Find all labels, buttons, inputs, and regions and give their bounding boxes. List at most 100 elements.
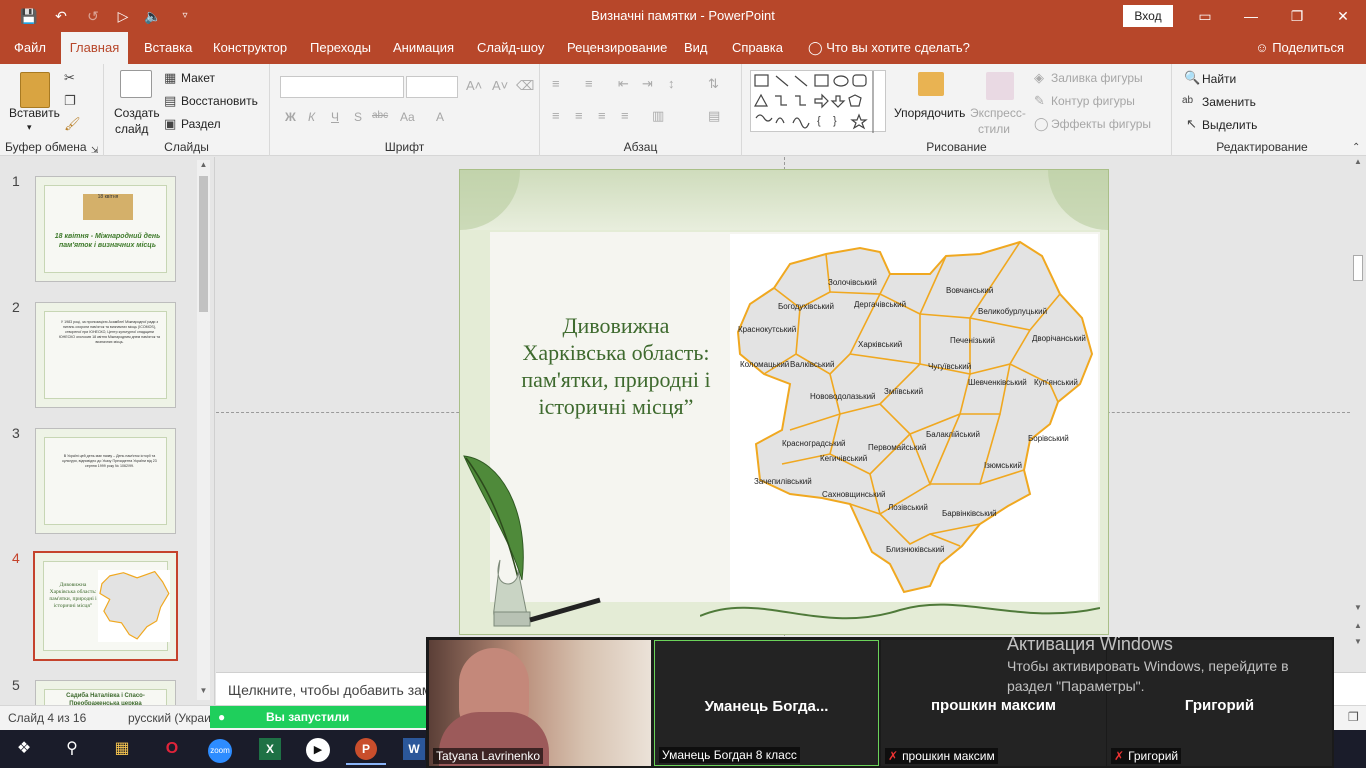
scroll-down-icon[interactable]: ▼ xyxy=(197,686,210,700)
shape-effects-button[interactable]: Эффекты фигуры xyxy=(1051,117,1151,131)
numbering-icon[interactable]: ≡ xyxy=(585,76,593,92)
font-name-combo[interactable] xyxy=(280,76,404,98)
paste-icon[interactable] xyxy=(20,72,50,108)
quick-styles-label-1[interactable]: Экспресс- xyxy=(970,106,1026,120)
shape-effects-icon[interactable]: ◯ xyxy=(1034,116,1049,132)
arrange-label[interactable]: Упорядочить xyxy=(894,106,965,120)
layout-button[interactable]: Макет xyxy=(181,71,215,85)
italic-button[interactable]: К xyxy=(308,110,315,124)
dialog-launcher-icon[interactable]: ⇲ xyxy=(91,142,99,158)
restore-icon[interactable]: ❐ xyxy=(1274,0,1320,32)
align-left-icon[interactable]: ≡ xyxy=(552,108,560,124)
scroll-up-icon[interactable]: ▲ xyxy=(1350,157,1366,171)
notes-placeholder[interactable]: Щелкните, чтобы добавить заметки xyxy=(228,682,459,698)
slide-title[interactable]: Дивовижна Харківська область: пам'ятки, … xyxy=(512,312,720,420)
tab-review[interactable]: Рецензирование xyxy=(559,32,675,64)
thumbnail-scrollbar[interactable]: ▲ ▼ xyxy=(197,160,210,700)
scroll-up-icon[interactable]: ▲ xyxy=(197,160,210,174)
fit-to-window-icon[interactable]: ❐ xyxy=(1348,710,1359,724)
slide-thumbnail-3[interactable]: В Україні цей день має назву – День пам'… xyxy=(35,428,176,534)
shapes-gallery[interactable]: {} xyxy=(750,70,886,133)
bullets-icon[interactable]: ≡ xyxy=(552,76,560,92)
participant-tile-active-speaker[interactable]: Уманець Богда... Уманець Богдан 8 класс xyxy=(654,640,879,766)
new-slide-label-2[interactable]: слайд xyxy=(115,122,148,136)
sign-in-button[interactable]: Вход xyxy=(1123,5,1173,27)
collapse-ribbon-icon[interactable]: ⌃ xyxy=(1352,140,1360,156)
zoom-share-banner[interactable]: ● Вы запустили демонстрацию экрана xyxy=(210,706,428,746)
font-color-button[interactable]: A xyxy=(436,110,444,124)
shadow-button[interactable]: S xyxy=(354,110,362,124)
section-button[interactable]: Раздел xyxy=(181,117,221,131)
next-slide-icon[interactable]: ▼ xyxy=(1350,637,1366,651)
tab-help[interactable]: Справка xyxy=(724,32,791,64)
scroll-thumb[interactable] xyxy=(199,176,208,312)
line-spacing-icon[interactable]: ↕ xyxy=(668,76,675,92)
underline-button[interactable]: Ч xyxy=(331,110,339,124)
scroll-thumb[interactable] xyxy=(1353,255,1363,281)
select-button[interactable]: Выделить xyxy=(1202,118,1257,132)
shape-outline-button[interactable]: Контур фигуры xyxy=(1051,94,1135,108)
quick-styles-icon[interactable] xyxy=(986,72,1014,100)
participant-tile[interactable]: Tatyana Lavrinenko xyxy=(429,640,651,766)
new-slide-label-1[interactable]: Создать xyxy=(114,106,160,120)
powerpoint-icon[interactable]: P xyxy=(346,733,386,765)
arrange-icon[interactable] xyxy=(918,72,944,96)
windows-start-icon[interactable]: ❖ xyxy=(4,733,44,765)
section-icon[interactable]: ▣ xyxy=(164,116,176,132)
zoom-icon[interactable]: zoom xyxy=(200,733,240,765)
search-icon[interactable]: ⚲ xyxy=(52,733,92,765)
minimize-icon[interactable]: — xyxy=(1228,0,1274,32)
kharkiv-region-map[interactable]: Золочівський Богодухівський Дергачівськи… xyxy=(730,234,1098,602)
scroll-down-icon[interactable]: ▼ xyxy=(1350,603,1366,617)
select-icon[interactable]: ↖ xyxy=(1186,116,1197,132)
replace-icon[interactable]: ab xyxy=(1182,93,1193,109)
cut-icon[interactable]: ✂ xyxy=(64,70,75,86)
ribbon-display-icon[interactable]: ▭ xyxy=(1182,0,1228,32)
share-button[interactable]: ☺ Поделиться xyxy=(1255,32,1344,64)
slide-thumbnail-1[interactable]: 18 квітня 18 квітня - Міжнародний день п… xyxy=(35,176,176,282)
media-player-icon[interactable]: ▶ xyxy=(298,733,338,765)
shape-fill-button[interactable]: Заливка фигуры xyxy=(1051,71,1143,85)
tab-insert[interactable]: Вставка xyxy=(136,32,200,64)
layout-icon[interactable]: ▦ xyxy=(164,70,176,86)
font-size-combo[interactable] xyxy=(406,76,458,98)
text-direction-icon[interactable]: ⇅ xyxy=(708,76,719,92)
quick-styles-label-2[interactable]: стили xyxy=(978,122,1010,136)
find-button[interactable]: Найти xyxy=(1202,72,1236,86)
find-icon[interactable]: 🔍 xyxy=(1184,70,1200,86)
file-explorer-icon[interactable]: ▦ xyxy=(102,733,142,765)
strikethrough-button[interactable]: abc xyxy=(372,110,388,121)
align-right-icon[interactable]: ≡ xyxy=(598,108,606,124)
decrease-indent-icon[interactable]: ⇤ xyxy=(618,76,629,92)
paste-label[interactable]: Вставить xyxy=(9,106,60,120)
shrink-font-icon[interactable]: A˅ xyxy=(492,78,508,94)
paste-dropdown-icon[interactable]: ▾ xyxy=(27,122,32,133)
tab-transitions[interactable]: Переходы xyxy=(302,32,379,64)
grow-font-icon[interactable]: A˄ xyxy=(466,78,482,94)
format-painter-icon[interactable]: 🖌 xyxy=(64,116,81,132)
columns-icon[interactable]: ▥ xyxy=(652,108,664,124)
copy-icon[interactable]: ❐ xyxy=(64,93,76,109)
shape-fill-icon[interactable]: ◈ xyxy=(1034,70,1044,86)
new-slide-icon[interactable] xyxy=(120,70,152,98)
align-center-icon[interactable]: ≡ xyxy=(575,108,583,124)
tell-me-box[interactable]: ◯ Что вы хотите сделать? xyxy=(800,32,978,64)
shape-outline-icon[interactable]: ✎ xyxy=(1034,93,1045,109)
slide-thumbnail-2[interactable]: У 1983 році, за пропозицією Асамблеї Між… xyxy=(35,302,176,408)
reset-icon[interactable]: ▤ xyxy=(164,93,176,109)
reset-button[interactable]: Восстановить xyxy=(181,94,258,108)
tab-file[interactable]: Файл xyxy=(6,32,54,64)
clear-formatting-icon[interactable]: ⌫ xyxy=(516,78,534,94)
slide-scrollbar[interactable]: ▲ ▼ ▲ ▼ xyxy=(1350,157,1366,657)
close-icon[interactable]: ✕ xyxy=(1320,0,1366,32)
excel-icon[interactable]: X xyxy=(250,733,290,765)
increase-indent-icon[interactable]: ⇥ xyxy=(642,76,653,92)
tab-animations[interactable]: Анимация xyxy=(385,32,462,64)
bold-button[interactable]: Ж xyxy=(285,110,296,124)
tab-home[interactable]: Главная xyxy=(61,32,128,64)
justify-icon[interactable]: ≡ xyxy=(621,108,629,124)
replace-button[interactable]: Заменить xyxy=(1202,95,1256,109)
tab-slideshow[interactable]: Слайд-шоу xyxy=(469,32,552,64)
change-case-button[interactable]: Aa xyxy=(400,110,415,124)
opera-icon[interactable]: O xyxy=(152,733,192,765)
